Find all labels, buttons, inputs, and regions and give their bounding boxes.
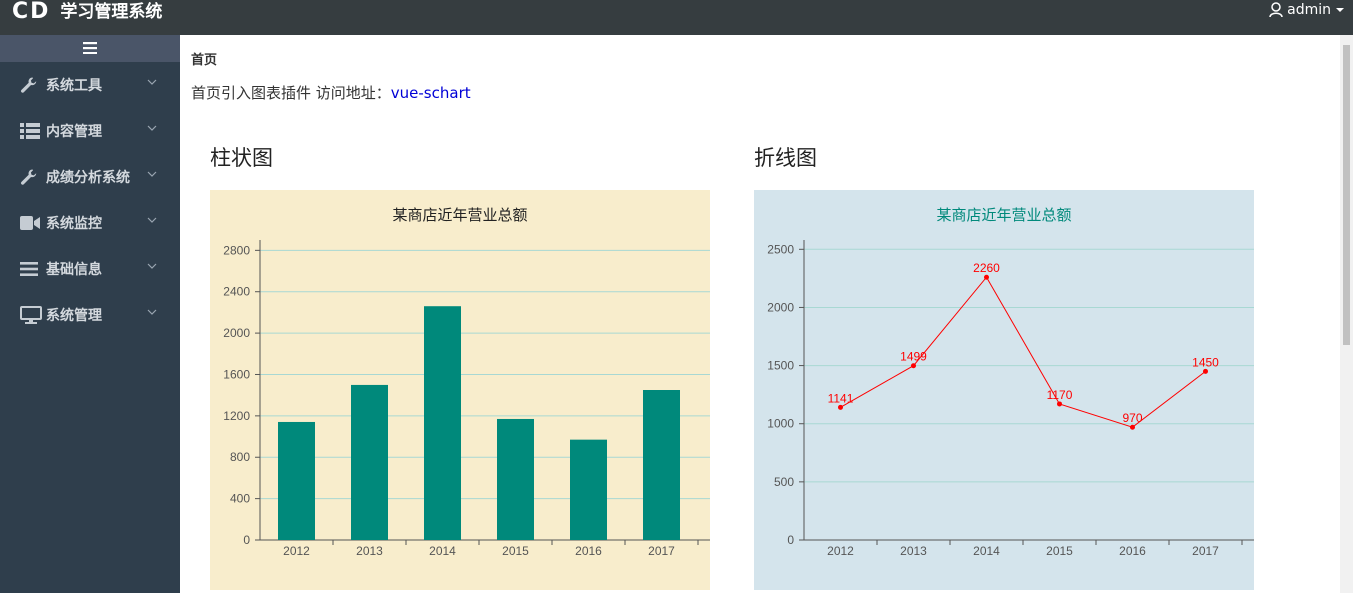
data-label: 970	[1122, 411, 1142, 425]
y-tick-label: 1200	[223, 409, 250, 423]
sidebar-item-label: 内容管理	[46, 124, 102, 140]
sidebar-item-label: 基础信息	[46, 262, 102, 278]
sidebar-toggle[interactable]	[0, 35, 180, 62]
y-tick-label: 400	[230, 492, 250, 506]
y-tick-label: 0	[243, 533, 250, 547]
x-tick-label: 2013	[356, 544, 383, 558]
y-tick-label: 0	[787, 533, 794, 547]
bar-chart: 某商店近年营业总额 0 400 800 1200 1600 2000 2400 2800 2012…	[210, 190, 710, 590]
video-icon	[20, 214, 42, 232]
app-title: 学习管理系统	[60, 2, 163, 22]
main-content: 首页 首页引入图表插件 访问地址：vue-schart 柱状图 折线图 某商店近…	[180, 35, 1340, 593]
y-tick-label: 800	[230, 450, 250, 464]
chevron-down-icon	[146, 168, 158, 180]
y-tick-label: 500	[774, 475, 794, 489]
point-2017	[1203, 368, 1208, 374]
x-tick-label: 2017	[1192, 544, 1219, 558]
sidebar-item-label: 系统管理	[46, 308, 102, 324]
chevron-down-icon	[146, 214, 158, 226]
data-label: 1170	[1047, 388, 1073, 402]
vue-schart-link[interactable]: vue-schart	[391, 84, 471, 102]
x-tick-label: 2013	[900, 544, 927, 558]
caret-down-icon	[1335, 6, 1345, 14]
data-label: 2260	[973, 261, 1000, 275]
wrench-icon	[20, 168, 42, 186]
point-2012	[838, 404, 843, 410]
bar-2016	[570, 439, 607, 540]
point-2015	[1057, 401, 1062, 407]
sidebar-item-label: 系统监控	[46, 216, 102, 232]
bars-icon	[20, 260, 42, 278]
sidebar-item-5[interactable]: 基础信息	[0, 246, 180, 292]
intro-text: 首页引入图表插件 访问地址：vue-schart	[191, 82, 471, 103]
sidebar: 系统工具内容管理成绩分析系统 系统监控基础信息系统管理	[0, 35, 180, 593]
bar-2017	[643, 390, 680, 540]
data-label: 1499	[900, 350, 927, 364]
x-tick-label: 2014	[973, 544, 1000, 558]
bar-2015	[497, 418, 534, 540]
sidebar-item-1[interactable]: 系统工具	[0, 62, 180, 108]
y-tick-label: 2800	[223, 243, 250, 257]
scrollbar-thumb[interactable]	[1343, 45, 1350, 345]
point-2016	[1130, 424, 1135, 430]
user-name: admin	[1287, 2, 1331, 18]
sidebar-item-label: 系统工具	[46, 78, 102, 94]
y-tick-label: 2000	[767, 300, 794, 314]
point-2013	[911, 363, 916, 369]
point-2014	[984, 274, 989, 280]
chevron-down-icon	[146, 260, 158, 272]
y-tick-label: 1500	[767, 359, 794, 373]
y-tick-label: 2400	[223, 285, 250, 299]
y-tick-label: 1600	[223, 367, 250, 381]
sidebar-item-2[interactable]: 内容管理	[0, 108, 180, 154]
breadcrumb[interactable]: 首页	[191, 49, 217, 68]
bar-chart-title: 柱状图	[210, 146, 273, 170]
sidebar-menu: 系统工具内容管理成绩分析系统 系统监控基础信息系统管理	[0, 62, 180, 338]
bar-2012	[278, 421, 315, 540]
chart-background	[754, 190, 1254, 590]
intro-label: 首页引入图表插件 访问地址：	[191, 84, 391, 102]
x-tick-label: 2012	[283, 544, 310, 558]
line-chart: 某商店近年营业总额 0 500 1000 1500 2000 2500 2012 2013 201…	[754, 190, 1254, 590]
chart-title: 某商店近年营业总额	[936, 207, 1071, 224]
chart-title: 某商店近年营业总额	[392, 207, 527, 224]
monitor-icon	[20, 306, 42, 324]
sidebar-item-3[interactable]: 成绩分析系统	[0, 154, 180, 200]
user-menu[interactable]: admin	[1269, 0, 1345, 20]
sidebar-item-label: 成绩分析系统	[46, 170, 130, 186]
logo-mark: CD	[12, 0, 51, 24]
x-tick-label: 2016	[1119, 544, 1146, 558]
chevron-down-icon	[146, 76, 158, 88]
x-tick-label: 2014	[429, 544, 456, 558]
line-chart-title: 折线图	[754, 146, 817, 170]
scrollbar[interactable]	[1340, 35, 1353, 593]
x-tick-label: 2012	[827, 544, 854, 558]
hamburger-icon	[83, 39, 97, 58]
y-tick-label: 1000	[767, 417, 794, 431]
list-icon	[20, 122, 42, 140]
chevron-down-icon	[146, 122, 158, 134]
bar-2013	[351, 384, 388, 540]
y-tick-label: 2000	[223, 326, 250, 340]
data-label: 1450	[1192, 355, 1219, 369]
logo[interactable]: CD 学习管理系统	[12, 0, 162, 24]
user-icon	[1269, 2, 1283, 18]
top-bar: CD 学习管理系统 admin	[0, 0, 1353, 35]
chevron-down-icon	[146, 306, 158, 318]
sidebar-item-6[interactable]: 系统管理	[0, 292, 180, 338]
x-tick-label: 2017	[648, 544, 675, 558]
bar-2014	[424, 306, 461, 540]
wrench-icon	[20, 76, 42, 94]
data-label: 1141	[828, 391, 854, 405]
sidebar-item-4[interactable]: 系统监控	[0, 200, 180, 246]
x-tick-label: 2015	[502, 544, 529, 558]
x-tick-label: 2016	[575, 544, 602, 558]
x-tick-label: 2015	[1046, 544, 1073, 558]
y-tick-label: 2500	[767, 242, 794, 256]
